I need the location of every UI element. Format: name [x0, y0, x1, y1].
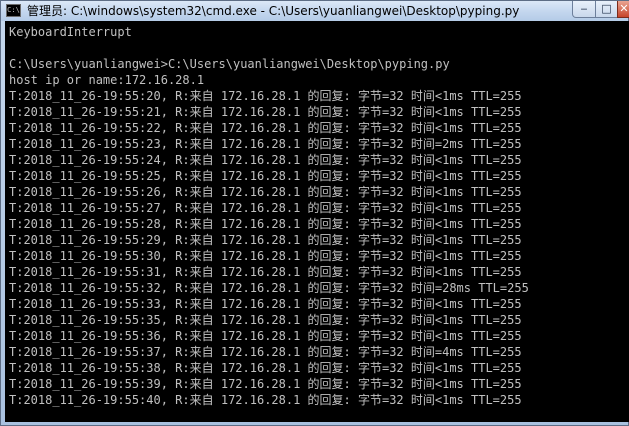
- console-line: C:\Users\yuanliangwei>C:\Users\yuanliang…: [9, 57, 450, 71]
- title-bar[interactable]: C:\ 管理员: C:\windows\system32\cmd.exe - C…: [1, 1, 629, 21]
- console-line: T:2018_11_26-19:55:29, R:来自 172.16.28.1 …: [9, 233, 522, 247]
- console-line: T:2018_11_26-19:55:30, R:来自 172.16.28.1 …: [9, 249, 522, 263]
- console-line: T:2018_11_26-19:55:40, R:来自 172.16.28.1 …: [9, 393, 522, 407]
- console-line: T:2018_11_26-19:55:39, R:来自 172.16.28.1 …: [9, 377, 522, 391]
- console-line: T:2018_11_26-19:55:38, R:来自 172.16.28.1 …: [9, 361, 522, 375]
- console-line: T:2018_11_26-19:55:20, R:来自 172.16.28.1 …: [9, 89, 522, 103]
- cmd-window: C:\ 管理员: C:\windows\system32\cmd.exe - C…: [0, 0, 629, 426]
- console-line: T:2018_11_26-19:55:26, R:来自 172.16.28.1 …: [9, 185, 522, 199]
- maximize-button[interactable]: □: [595, 1, 618, 18]
- console-output[interactable]: KeyboardInterrupt C:\Users\yuanliangwei>…: [5, 21, 629, 422]
- console-line: T:2018_11_26-19:55:32, R:来自 172.16.28.1 …: [9, 281, 529, 295]
- console-line: T:2018_11_26-19:55:27, R:来自 172.16.28.1 …: [9, 201, 522, 215]
- console-line: T:2018_11_26-19:55:23, R:来自 172.16.28.1 …: [9, 137, 522, 151]
- window-title: 管理员: C:\windows\system32\cmd.exe - C:\Us…: [27, 4, 520, 18]
- console-lines: KeyboardInterrupt C:\Users\yuanliangwei>…: [9, 24, 529, 408]
- console-line: T:2018_11_26-19:55:24, R:来自 172.16.28.1 …: [9, 153, 522, 167]
- console-line: KeyboardInterrupt: [9, 25, 132, 39]
- minimize-button[interactable]: ‒: [572, 1, 596, 18]
- console-line: T:2018_11_26-19:55:28, R:来自 172.16.28.1 …: [9, 217, 522, 231]
- console-line: T:2018_11_26-19:55:21, R:来自 172.16.28.1 …: [9, 105, 522, 119]
- console-line: T:2018_11_26-19:55:31, R:来自 172.16.28.1 …: [9, 265, 522, 279]
- console-line: T:2018_11_26-19:55:25, R:来自 172.16.28.1 …: [9, 169, 522, 183]
- close-button[interactable]: ✕: [617, 1, 629, 18]
- console-line: T:2018_11_26-19:55:22, R:来自 172.16.28.1 …: [9, 121, 522, 135]
- console-line: T:2018_11_26-19:55:37, R:来自 172.16.28.1 …: [9, 345, 522, 359]
- cmd-app-icon[interactable]: C:\: [6, 4, 21, 17]
- console-line: host ip or name:172.16.28.1: [9, 73, 205, 87]
- console-line: T:2018_11_26-19:55:35, R:来自 172.16.28.1 …: [9, 313, 522, 327]
- console-line: T:2018_11_26-19:55:33, R:来自 172.16.28.1 …: [9, 297, 522, 311]
- console-line: T:2018_11_26-19:55:36, R:来自 172.16.28.1 …: [9, 329, 522, 343]
